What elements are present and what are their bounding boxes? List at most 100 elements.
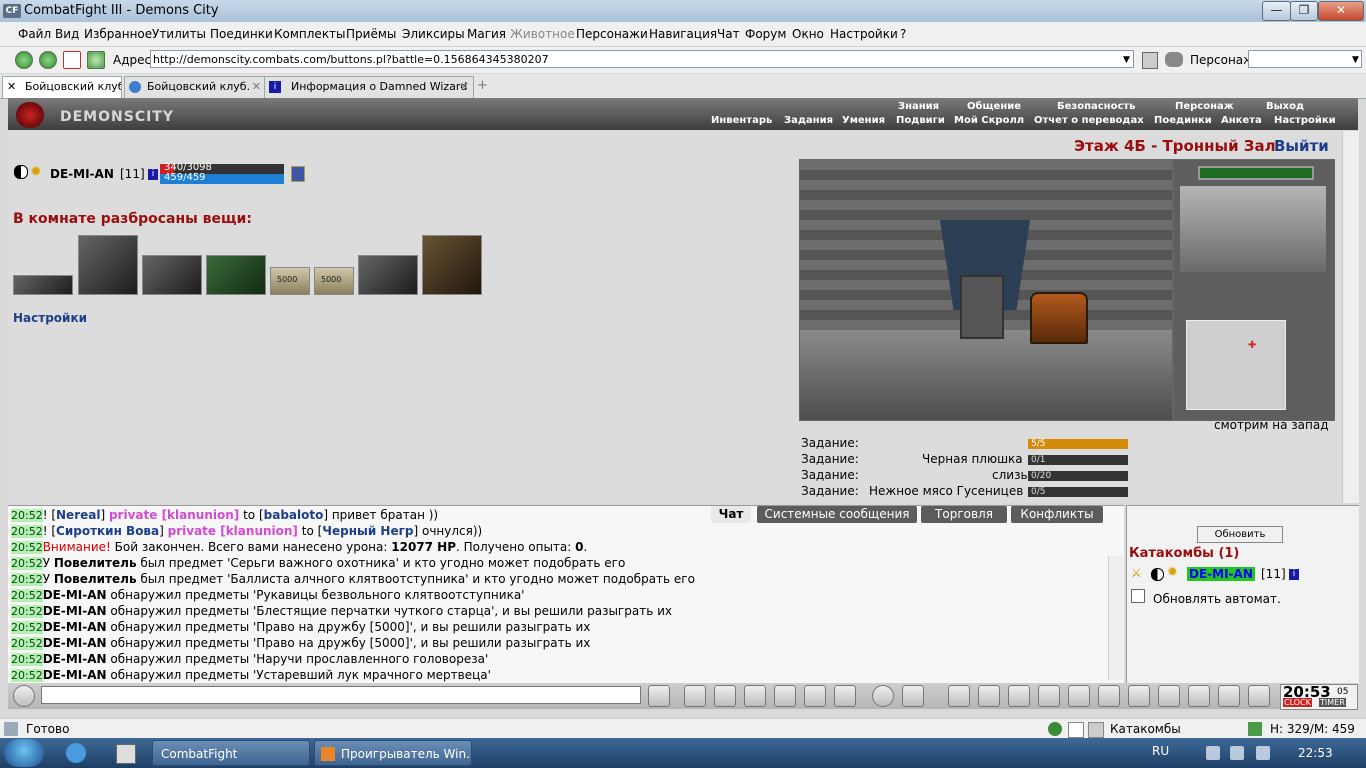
- nav-security[interactable]: Безопасность: [1057, 101, 1136, 112]
- calculator-icon[interactable]: [116, 744, 136, 764]
- refresh-icon[interactable]: [87, 51, 105, 69]
- character-name[interactable]: DE-MI-AN: [50, 167, 114, 181]
- chat-timestamp[interactable]: 20:52: [11, 637, 43, 650]
- dungeon-view[interactable]: [799, 159, 1173, 421]
- nav-inventory[interactable]: Инвентарь: [711, 115, 772, 126]
- sound-icon[interactable]: [834, 685, 856, 707]
- send-icon[interactable]: [648, 685, 670, 707]
- fraction-icon[interactable]: [804, 685, 826, 707]
- people-icon[interactable]: [1165, 52, 1183, 67]
- compass-panel[interactable]: [1180, 186, 1326, 272]
- character-select[interactable]: [1248, 50, 1362, 68]
- status-refresh-icon[interactable]: [1248, 722, 1262, 736]
- exit-link[interactable]: Выйти: [1274, 137, 1329, 155]
- chat-timestamp[interactable]: 20:52: [11, 573, 43, 586]
- nav-communication[interactable]: Общение: [967, 101, 1021, 112]
- menu-settings[interactable]: Настройки: [830, 27, 898, 41]
- menu-view[interactable]: Вид: [55, 27, 79, 41]
- chat-tab-conflicts[interactable]: Конфликты: [1011, 506, 1103, 523]
- menu-forum[interactable]: Форум: [745, 27, 786, 41]
- nav-my-scroll[interactable]: Мой Скролл: [954, 115, 1024, 126]
- menu-animal[interactable]: Животное: [510, 27, 575, 41]
- bag-icon[interactable]: [948, 685, 970, 707]
- chat-timestamp[interactable]: 20:52: [11, 621, 43, 634]
- taskbar-combatfight[interactable]: CombatFight: [152, 740, 310, 766]
- room-item-shiny-gloves[interactable]: [206, 255, 266, 295]
- ie-icon[interactable]: [66, 743, 86, 763]
- nav-quests[interactable]: Задания: [784, 115, 833, 126]
- network-icon[interactable]: [1230, 746, 1244, 760]
- room-item-ballista[interactable]: [78, 235, 138, 295]
- speaker-icon[interactable]: [13, 685, 35, 707]
- gamepad-icon[interactable]: [1098, 685, 1120, 707]
- nav-achievements[interactable]: Подвиги: [896, 115, 945, 126]
- close-button[interactable]: ✕: [1318, 1, 1364, 21]
- tab-fight-club-2[interactable]: Бойцовский клуб. ✕: [124, 76, 266, 98]
- player-name[interactable]: DE-MI-AN: [1187, 567, 1255, 581]
- flag-icon[interactable]: [1218, 685, 1240, 707]
- menu-elixirs[interactable]: Эликсиры: [402, 27, 465, 41]
- tab-fight-club-1[interactable]: ✕ Бойцовский клуб: [2, 76, 122, 98]
- player-info-icon[interactable]: i: [1289, 569, 1299, 580]
- tab-damned-wizard-info[interactable]: i Информация о Damned Wizard ✕: [264, 76, 474, 98]
- helmet-icon[interactable]: [902, 685, 924, 707]
- room-item-friendship-scroll-2[interactable]: 5000: [314, 267, 354, 295]
- window-title-bar[interactable]: CF CombatFight III - Demons City — ❐ ✕: [0, 0, 1366, 22]
- clock-widget[interactable]: 20:53 05 CLOCK TIMER: [1280, 683, 1358, 710]
- chat-username[interactable]: Черный Негр: [322, 524, 413, 538]
- main-scrollbar[interactable]: [1342, 131, 1359, 503]
- maximize-button[interactable]: ❐: [1290, 1, 1318, 21]
- system-clock[interactable]: 22:53: [1298, 746, 1333, 760]
- potion-icon[interactable]: [978, 685, 1000, 707]
- taskbar-media-player[interactable]: Проигрыватель Win...: [314, 740, 472, 766]
- stop-icon[interactable]: [63, 51, 81, 69]
- timer-mode-button[interactable]: TIMER: [1319, 698, 1346, 707]
- tab-close-icon[interactable]: ✕: [7, 77, 16, 97]
- refresh-button[interactable]: Обновить: [1197, 526, 1283, 543]
- new-tab-icon[interactable]: +: [477, 78, 488, 93]
- room-item-bracers[interactable]: [358, 255, 418, 295]
- clock-mode-button[interactable]: CLOCK: [1283, 698, 1312, 707]
- battle-icon[interactable]: ⚔: [1131, 566, 1142, 580]
- nav-exit[interactable]: Выход: [1266, 101, 1304, 112]
- chat-tab-system[interactable]: Системные сообщения: [757, 506, 917, 523]
- tray-device-icon[interactable]: [1206, 746, 1220, 760]
- chat-timestamp[interactable]: 20:52: [11, 541, 43, 554]
- monster-icon[interactable]: [1128, 685, 1150, 707]
- nav-fights[interactable]: Поединки: [1154, 115, 1212, 126]
- chat-username[interactable]: Сироткин Вова: [56, 524, 159, 538]
- group-icon[interactable]: [1158, 685, 1180, 707]
- room-item-bow[interactable]: [422, 235, 482, 295]
- chat-username[interactable]: babaloto: [264, 508, 324, 522]
- nav-character[interactable]: Персонаж: [1175, 101, 1234, 112]
- address-dropdown-icon[interactable]: ▼: [1123, 55, 1130, 65]
- nav-knowledge[interactable]: Знания: [898, 101, 939, 112]
- exit-icon[interactable]: [1248, 685, 1270, 707]
- throne-object[interactable]: [960, 275, 1004, 339]
- menu-favorites[interactable]: Избранное: [84, 27, 152, 41]
- chat-timestamp[interactable]: 20:52: [11, 525, 43, 538]
- nav-settings[interactable]: Настройки: [1274, 115, 1336, 126]
- language-indicator[interactable]: RU: [1152, 744, 1169, 758]
- menu-window[interactable]: Окно: [792, 27, 824, 41]
- party-icon[interactable]: [1188, 685, 1210, 707]
- room-item-friendship-scroll-1[interactable]: 5000: [270, 267, 310, 295]
- minimize-button[interactable]: —: [1262, 1, 1291, 21]
- address-input[interactable]: http://demonscity.combats.com/buttons.pl…: [150, 50, 1134, 68]
- eraser-icon[interactable]: [684, 685, 706, 707]
- save-icon[interactable]: [744, 685, 766, 707]
- room-item-mittens[interactable]: [142, 255, 202, 295]
- menu-utilities[interactable]: Утилиты: [152, 27, 206, 41]
- back-icon[interactable]: [15, 51, 33, 69]
- chat-tab-trade[interactable]: Торговля: [921, 506, 1007, 523]
- nav-transfer-report[interactable]: Отчет о переводах: [1034, 115, 1144, 126]
- tab-close-icon[interactable]: ✕: [460, 77, 469, 97]
- menu-magic[interactable]: Магия: [467, 27, 506, 41]
- forward-icon[interactable]: [39, 51, 57, 69]
- chat-timestamp[interactable]: 20:52: [11, 669, 43, 682]
- start-button[interactable]: [4, 739, 44, 767]
- chat-timestamp[interactable]: 20:52: [11, 589, 43, 602]
- chat-timestamp[interactable]: 20:52: [11, 557, 43, 570]
- auto-refresh-checkbox[interactable]: [1131, 589, 1145, 603]
- chat-username[interactable]: Nereal: [56, 508, 100, 522]
